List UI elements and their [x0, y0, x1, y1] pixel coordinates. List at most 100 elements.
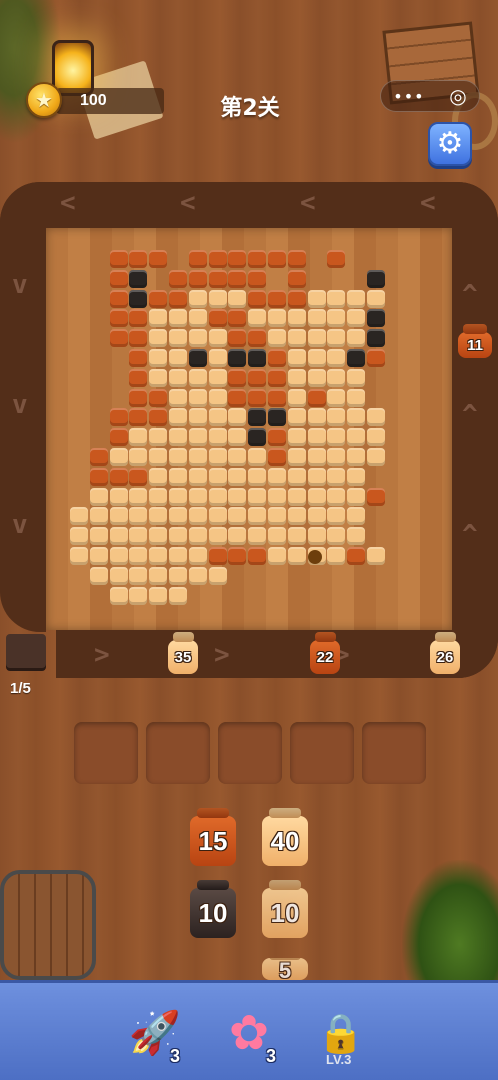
pixel-block — [327, 309, 346, 328]
pixel-block — [287, 428, 306, 447]
pixel-block — [149, 408, 168, 427]
holding-slot[interactable] — [146, 722, 210, 784]
pixel-block — [367, 428, 385, 447]
holding-slot[interactable] — [362, 722, 426, 784]
pixel-block — [307, 448, 326, 466]
pixel-block — [129, 349, 148, 367]
pixel-block — [307, 388, 326, 407]
pixel-block — [208, 527, 227, 546]
pixel-block — [70, 527, 88, 546]
holding-slot[interactable] — [218, 722, 282, 784]
pixel-block — [327, 289, 346, 308]
pixel-block — [287, 547, 306, 565]
pixel-block — [367, 408, 385, 427]
pixel-block — [169, 527, 187, 546]
pixel-block — [169, 507, 187, 526]
pixel-block — [347, 487, 366, 506]
pixel-block — [89, 448, 108, 466]
pixel-block — [169, 467, 187, 486]
pixel-block — [307, 349, 326, 367]
pixel-block — [129, 448, 148, 466]
track-jar: 11 — [458, 332, 492, 358]
pixel-art — [0, 0, 498, 640]
pixel-block — [208, 408, 227, 427]
pixel-block — [228, 487, 247, 506]
pixel-block — [129, 269, 148, 288]
pixel-block — [169, 309, 187, 328]
pixel-block — [70, 507, 88, 526]
pixel-block — [268, 547, 286, 565]
pixel-block — [248, 467, 267, 486]
pixel-block — [149, 527, 168, 546]
pixel-block — [149, 349, 168, 367]
pixel-block — [347, 467, 366, 486]
pixel-block — [89, 507, 108, 526]
pixel-block — [268, 250, 286, 268]
pixel-block — [307, 329, 326, 348]
pixel-block — [287, 507, 306, 526]
pixel-block — [129, 527, 148, 546]
pixel-block — [228, 507, 247, 526]
track-jar: 22 — [310, 640, 340, 674]
pixel-block — [268, 507, 286, 526]
pixel-block — [208, 309, 227, 328]
pixel-block — [307, 289, 326, 308]
locked-level-label: LV.3 — [326, 1052, 352, 1067]
stack-count: 1/5 — [10, 680, 31, 697]
pixel-block — [89, 547, 108, 565]
pixel-block — [367, 289, 385, 308]
pixel-block — [248, 269, 267, 288]
pixel-block — [188, 250, 207, 268]
pixel-block — [188, 487, 207, 506]
pixel-block — [327, 448, 346, 466]
pixel-block — [327, 250, 346, 268]
holding-slot[interactable] — [74, 722, 138, 784]
queue-jar[interactable]: 10 — [190, 888, 236, 938]
pixel-block — [188, 428, 207, 447]
pixel-block — [188, 329, 207, 348]
holding-slot[interactable] — [290, 722, 354, 784]
pixel-block — [149, 309, 168, 328]
pixel-block — [109, 566, 128, 585]
pixel-block — [367, 487, 385, 506]
pixel-block — [129, 547, 148, 565]
pixel-block — [149, 547, 168, 565]
pixel-block — [149, 329, 168, 348]
pixel-block — [208, 507, 227, 526]
pixel-block — [228, 467, 247, 486]
pixel-block — [169, 269, 187, 288]
pixel-block — [347, 368, 366, 387]
queue-jar[interactable]: 40 — [262, 816, 308, 866]
pixel-block — [228, 309, 247, 328]
pixel-block — [188, 547, 207, 565]
pixel-block — [307, 309, 326, 328]
pixel-block — [248, 547, 267, 565]
pixel-block — [208, 388, 227, 407]
pixel-block — [109, 487, 128, 506]
pixel-block — [208, 329, 227, 348]
pixel-block — [129, 408, 148, 427]
pixel-block — [228, 250, 247, 268]
pixel-block — [268, 467, 286, 486]
pixel-block — [268, 448, 286, 466]
queue-jar[interactable]: 5 — [262, 958, 308, 980]
pinwheel-icon: ✿ — [228, 1005, 270, 1061]
pixel-block — [109, 250, 128, 268]
queue-jar[interactable]: 15 — [190, 816, 236, 866]
pixel-block — [129, 586, 148, 605]
pixel-block — [169, 329, 187, 348]
pixel-block — [188, 507, 207, 526]
pixel-block — [188, 269, 207, 288]
pixel-block — [208, 547, 227, 565]
pixel-block — [287, 527, 306, 546]
queue-jar[interactable]: 10 — [262, 888, 308, 938]
pixel-block — [268, 408, 286, 427]
pixel-block — [327, 487, 346, 506]
pixel-block — [169, 566, 187, 585]
pixel-block — [228, 408, 247, 427]
pixel-block — [169, 586, 187, 605]
pixel-block — [287, 269, 306, 288]
track-jar: 35 — [168, 640, 198, 674]
pixel-block — [129, 487, 148, 506]
pixel-block — [367, 547, 385, 565]
